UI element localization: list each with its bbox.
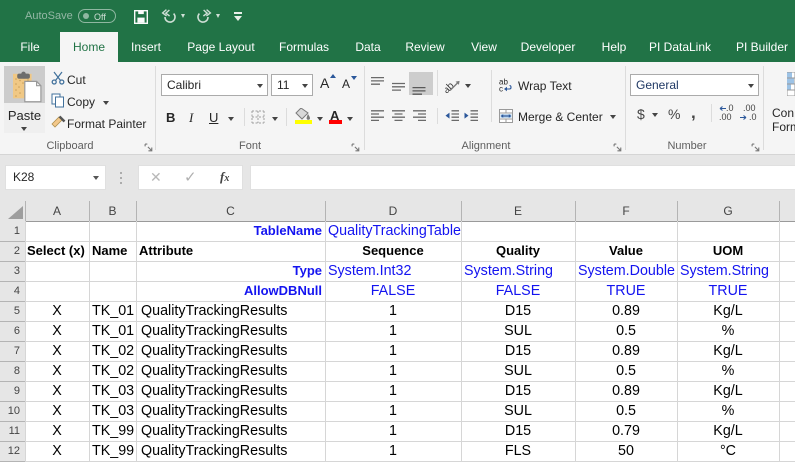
svg-text:ab: ab bbox=[445, 80, 457, 93]
svg-text:c: c bbox=[499, 85, 503, 93]
